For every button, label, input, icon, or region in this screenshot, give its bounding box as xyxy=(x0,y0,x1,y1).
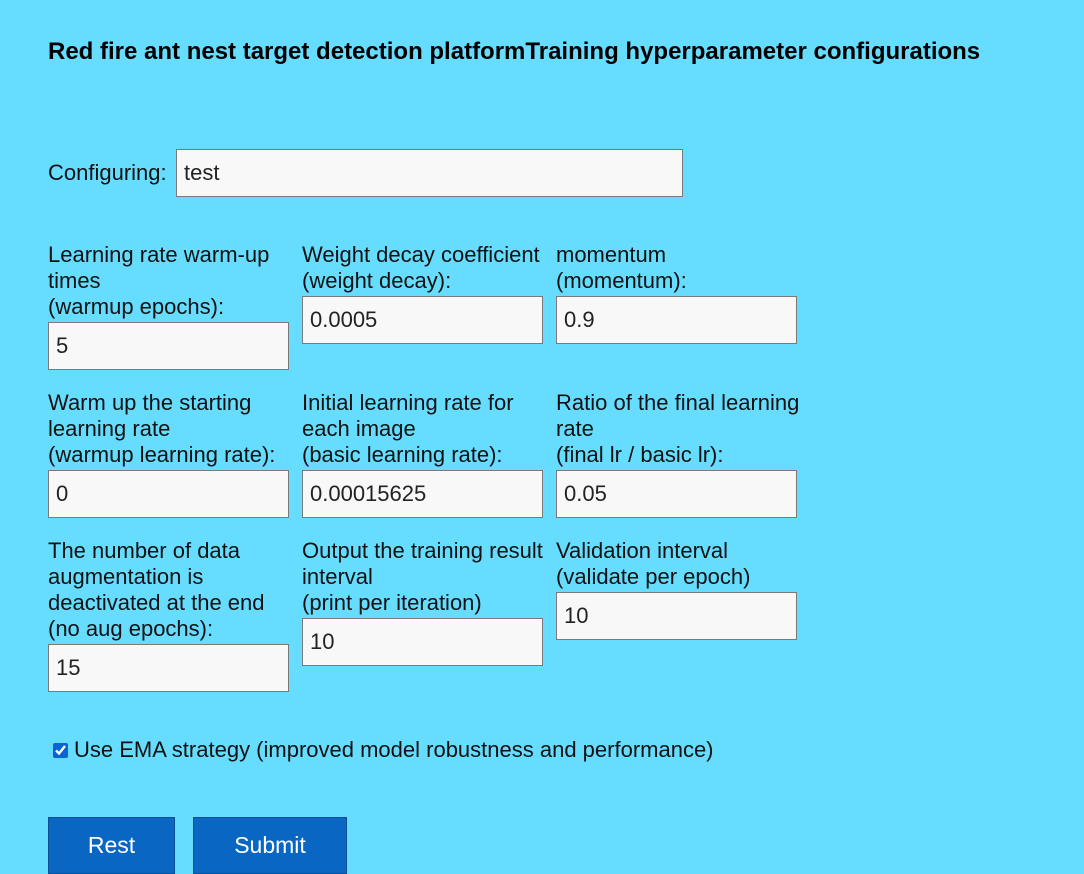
no-aug-epochs-label: The number of data augmentation is deact… xyxy=(48,538,293,642)
hyperparameter-config-page: Red fire ant nest target detection platf… xyxy=(0,0,1084,874)
label-line: (warmup learning rate): xyxy=(48,442,276,467)
warmup-lr-label: Warm up the starting learning rate (warm… xyxy=(48,390,293,468)
label-line: The number of data xyxy=(48,538,241,563)
field-no-aug-epochs: The number of data augmentation is deact… xyxy=(48,538,293,692)
field-momentum: momentum (momentum): xyxy=(556,242,801,344)
label-line: (final lr / basic lr): xyxy=(556,442,724,467)
page-title: Red fire ant nest target detection platf… xyxy=(48,38,981,65)
reset-button[interactable]: Rest xyxy=(48,817,175,874)
field-print-interval: Output the training result interval (pri… xyxy=(302,538,547,666)
submit-button[interactable]: Submit xyxy=(193,817,347,874)
weight-decay-input[interactable] xyxy=(302,296,543,344)
momentum-input[interactable] xyxy=(556,296,797,344)
label-line: rate xyxy=(556,416,594,441)
momentum-label: momentum (momentum): xyxy=(556,242,801,294)
label-line: deactivated at the end xyxy=(48,590,265,615)
no-aug-epochs-input[interactable] xyxy=(48,644,289,692)
field-basic-lr: Initial learning rate for each image (ba… xyxy=(302,390,547,518)
label-line: Initial learning rate for xyxy=(302,390,514,415)
basic-lr-input[interactable] xyxy=(302,470,543,518)
eval-interval-label: Validation interval (validate per epoch) xyxy=(556,538,801,590)
label-line: (warmup epochs): xyxy=(48,294,225,319)
ema-option[interactable]: Use EMA strategy (improved model robustn… xyxy=(52,737,714,763)
warmup-epochs-label: Learning rate warm-up times (warmup epoc… xyxy=(48,242,293,320)
label-line: Learning rate warm-up xyxy=(48,242,270,267)
label-line: Validation interval xyxy=(556,538,729,563)
label-line: (validate per epoch) xyxy=(556,564,751,589)
label-line: times xyxy=(48,268,101,293)
field-final-lr-ratio: Ratio of the final learning rate (final … xyxy=(556,390,801,518)
print-interval-label: Output the training result interval (pri… xyxy=(302,538,547,616)
label-line: Output the training result xyxy=(302,538,543,563)
label-line: Weight decay coefficient xyxy=(302,242,540,267)
label-line: (print per iteration) xyxy=(302,590,482,615)
label-line: momentum xyxy=(556,242,667,267)
print-interval-input[interactable] xyxy=(302,618,543,666)
warmup-epochs-input[interactable] xyxy=(48,322,289,370)
label-line: Ratio of the final learning xyxy=(556,390,800,415)
label-line: (weight decay): xyxy=(302,268,452,293)
basic-lr-label: Initial learning rate for each image (ba… xyxy=(302,390,547,468)
eval-interval-input[interactable] xyxy=(556,592,797,640)
label-line: (no aug epochs): xyxy=(48,616,214,641)
label-line: interval xyxy=(302,564,373,589)
ema-checkbox[interactable] xyxy=(53,742,68,758)
warmup-lr-input[interactable] xyxy=(48,470,289,518)
configuring-name-input[interactable] xyxy=(176,149,683,197)
field-warmup-lr: Warm up the starting learning rate (warm… xyxy=(48,390,293,518)
label-line: Warm up the starting xyxy=(48,390,252,415)
field-eval-interval: Validation interval (validate per epoch) xyxy=(556,538,801,640)
label-line: learning rate xyxy=(48,416,171,441)
final-lr-ratio-input[interactable] xyxy=(556,470,797,518)
configuring-label: Configuring: xyxy=(48,160,167,185)
label-line: augmentation is xyxy=(48,564,204,589)
field-weight-decay: Weight decay coefficient (weight decay): xyxy=(302,242,547,344)
field-warmup-epochs: Learning rate warm-up times (warmup epoc… xyxy=(48,242,293,370)
label-line: each image xyxy=(302,416,416,441)
ema-label: Use EMA strategy (improved model robustn… xyxy=(74,737,714,762)
weight-decay-label: Weight decay coefficient (weight decay): xyxy=(302,242,547,294)
final-lr-ratio-label: Ratio of the final learning rate (final … xyxy=(556,390,801,468)
label-line: (basic learning rate): xyxy=(302,442,503,467)
label-line: (momentum): xyxy=(556,268,687,293)
